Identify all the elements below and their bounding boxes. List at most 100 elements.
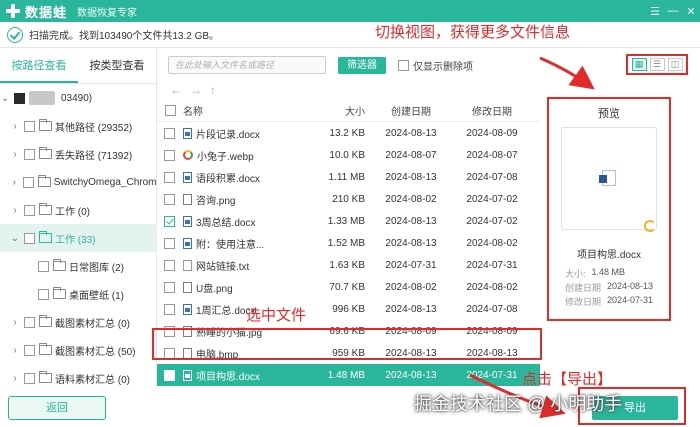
row-checkbox[interactable] (164, 127, 175, 139)
row-checkbox[interactable] (164, 215, 175, 227)
table-row-selected[interactable]: 项目构思.docx 1.48 MB 2024-08-13 2024-07-31 (157, 364, 540, 386)
tree-checkbox[interactable] (24, 232, 35, 244)
row-checkbox[interactable] (164, 237, 175, 249)
row-checkbox[interactable] (164, 193, 175, 205)
minimize-icon[interactable]: — (664, 5, 682, 17)
column-created[interactable]: 创建日期 (371, 103, 451, 118)
tree-checkbox[interactable] (24, 204, 35, 216)
tree-root[interactable]: ⌄ 03490) (0, 84, 157, 112)
scan-status-text: 扫描完成。找到103490个文件共13.2 GB。 (29, 31, 220, 42)
image-file-icon (183, 281, 192, 293)
grid-view-icon[interactable]: ▦ (631, 58, 647, 71)
chevron-right-icon[interactable]: › (10, 149, 20, 160)
file-name-cell: U盘.png (183, 280, 279, 295)
back-button[interactable]: 返回 (8, 396, 106, 420)
forward-arrow-icon[interactable]: → (190, 83, 202, 97)
close-icon[interactable]: ✕ (682, 5, 700, 18)
tree-item[interactable]: › SwitchyOmega_Chromium (0, 168, 157, 196)
menu-icon[interactable]: ☰ (646, 5, 664, 18)
back-arrow-icon[interactable]: ← (170, 83, 182, 97)
chevron-down-icon[interactable]: ⌄ (0, 93, 10, 104)
annotation-select-file: 选中文件 (246, 307, 307, 324)
folder-icon (39, 315, 52, 327)
table-row[interactable]: 1周汇总.docx 996 KB 2024-08-13 2024-07-08 (157, 298, 540, 320)
row-checkbox[interactable] (164, 149, 175, 161)
row-checkbox[interactable] (164, 259, 175, 271)
tree-item[interactable]: › 工作 (0) (0, 196, 157, 224)
chevron-right-icon[interactable]: › (10, 345, 20, 356)
created-value: 2024-08-13 (607, 281, 654, 291)
plus-logo-icon (6, 4, 20, 18)
table-row[interactable]: 附：使用注意... 1.52 MB 2024-08-13 2024-08-02 (157, 232, 540, 254)
column-size[interactable]: 大小 (279, 103, 371, 118)
annotation-switch-view: 切换视图，获得更多文件信息 (375, 24, 571, 41)
chevron-down-icon[interactable]: ⌄ (10, 233, 20, 244)
chevron-right-icon[interactable]: › (10, 317, 20, 328)
file-name-cell: 3周总结.docx (183, 214, 279, 229)
check-circle-icon (7, 26, 23, 43)
tree-item-selected[interactable]: ⌄ 工作 (33) (0, 224, 157, 252)
table-row[interactable]: U盘.png 70.7 KB 2024-08-02 2024-08-02 (157, 276, 540, 298)
chevron-right-icon[interactable]: › (10, 205, 20, 216)
table-row[interactable]: 小兔子.webp 10.0 KB 2024-08-07 2024-08-07 (157, 144, 540, 166)
table-row[interactable]: 咨询.png 210 KB 2024-08-02 2024-07-02 (157, 188, 540, 210)
select-all-checkbox[interactable] (164, 105, 176, 116)
chevron-right-icon[interactable]: › (10, 121, 20, 132)
annotation-click-export: 点击【导出】 (522, 371, 613, 388)
tree-item[interactable]: 日常图库 (2) (0, 252, 157, 280)
chevron-right-icon[interactable]: › (10, 373, 20, 384)
docx-file-icon (183, 215, 192, 227)
row-checkbox[interactable] (164, 303, 175, 315)
row-checkbox[interactable] (164, 369, 175, 381)
show-deleted-label: 仅显示删除项 (413, 62, 473, 73)
filter-button[interactable]: 筛选器 (338, 57, 386, 74)
tree-item[interactable]: › 丢失路径 (71392) (0, 140, 157, 168)
file-size: 210 KB (332, 193, 365, 205)
docx-file-icon (183, 369, 192, 381)
tree-checkbox[interactable] (24, 120, 35, 132)
folder-icon (39, 371, 52, 383)
tree-item-label: 丢失路径 (71392) (55, 150, 133, 162)
scan-status-bar: 扫描完成。找到103490个文件共13.2 GB。 (0, 22, 700, 48)
created-date: 2024-08-13 (385, 369, 437, 381)
tree-checkbox[interactable] (24, 148, 35, 160)
window-controls: ☰ — ✕ (646, 0, 700, 22)
table-row[interactable]: 3周总结.docx 1.33 MB 2024-08-13 2024-07-02 (157, 210, 540, 232)
tree-item[interactable]: 桌面壁纸 (1) (0, 280, 157, 308)
navigation-row: ← → ↑ (162, 81, 540, 99)
tree-checkbox[interactable] (24, 344, 35, 356)
show-deleted-only-toggle[interactable]: 仅显示删除项 (398, 58, 473, 73)
app-subtitle: 数据恢复专家 (77, 7, 138, 19)
table-row[interactable]: 片段记录.docx 13.2 KB 2024-08-13 2024-08-09 (157, 122, 540, 144)
tree-checkbox[interactable] (38, 260, 49, 272)
search-input[interactable]: 在此处输入文件名或路径 (168, 56, 326, 74)
tree-checkbox[interactable] (24, 316, 35, 328)
table-row[interactable]: 说明展示.pptx44.2 KB2024-08-132024-08-13 (157, 386, 540, 388)
folder-icon (37, 175, 51, 187)
row-checkbox[interactable] (164, 171, 175, 183)
docx-file-icon (183, 303, 192, 315)
tab-by-type[interactable]: 按类型查看 (78, 48, 156, 83)
tree-checkbox[interactable] (14, 92, 25, 104)
column-name[interactable]: 名称 (183, 103, 279, 118)
show-deleted-checkbox[interactable] (398, 60, 409, 71)
tree-item[interactable]: › 语料素材汇总 (0) (0, 364, 157, 392)
tree-item[interactable]: › 截图素材汇总 (0) (0, 308, 157, 336)
tree-item[interactable]: › 其他路径 (29352) (0, 112, 157, 140)
chevron-right-icon[interactable]: › (10, 177, 19, 188)
created-date: 2024-08-07 (385, 149, 437, 161)
tab-by-path[interactable]: 按路径查看 (0, 48, 78, 83)
tree-checkbox[interactable] (38, 288, 49, 300)
tree-checkbox[interactable] (24, 372, 35, 384)
table-row[interactable]: 网站链接.txt 1.63 KB 2024-07-31 2024-07-31 (157, 254, 540, 276)
modified-date: 2024-08-02 (466, 281, 518, 293)
row-checkbox[interactable] (164, 281, 175, 293)
modified-date: 2024-08-07 (466, 149, 518, 161)
detail-view-icon[interactable]: ◫ (667, 58, 683, 71)
tree-checkbox[interactable] (22, 176, 34, 188)
up-arrow-icon[interactable]: ↑ (210, 83, 216, 97)
tree-item[interactable]: › 截图素材汇总 (50) (0, 336, 157, 364)
table-row[interactable]: 语段积累.docx 1.11 MB 2024-08-13 2024-07-08 (157, 166, 540, 188)
column-modified[interactable]: 修改日期 (451, 103, 533, 118)
list-view-icon[interactable]: ☰ (649, 58, 665, 71)
